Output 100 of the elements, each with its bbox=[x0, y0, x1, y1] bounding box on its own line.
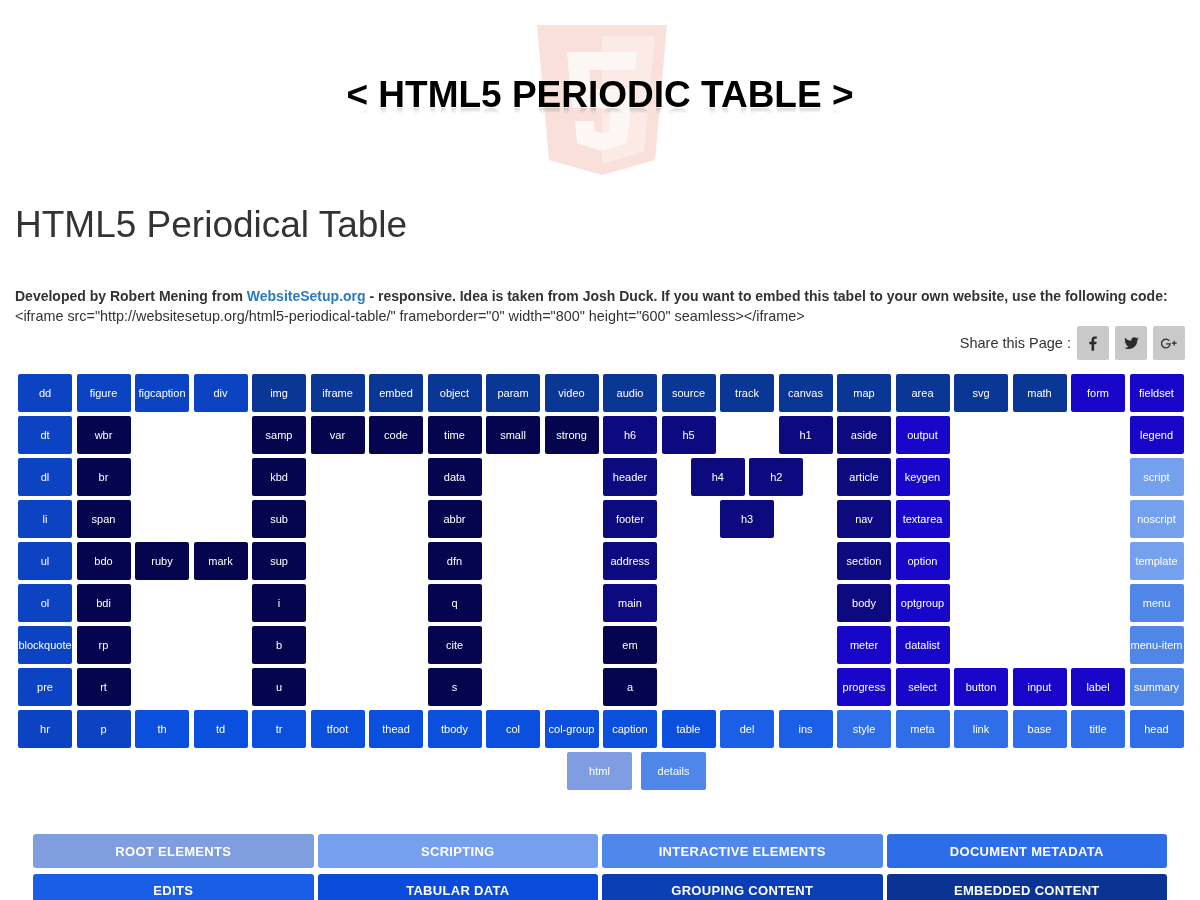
element-tile[interactable]: h6 bbox=[603, 416, 657, 454]
element-tile[interactable]: option bbox=[895, 542, 950, 580]
element-tile[interactable]: h1 bbox=[778, 416, 833, 454]
element-tile[interactable]: bdo bbox=[76, 542, 131, 580]
category-legend-item[interactable]: INTERACTIVE ELEMENTS bbox=[602, 834, 883, 868]
element-tile[interactable]: abbr bbox=[427, 500, 482, 538]
element-tile[interactable]: svg bbox=[954, 374, 1008, 412]
element-tile[interactable]: span bbox=[76, 500, 131, 538]
element-tile[interactable]: table bbox=[661, 710, 716, 748]
element-tile[interactable]: sup bbox=[252, 542, 306, 580]
element-tile[interactable]: hr bbox=[18, 710, 72, 748]
element-tile[interactable]: mark bbox=[193, 542, 248, 580]
element-tile[interactable]: rt bbox=[76, 668, 131, 706]
element-tile[interactable]: del bbox=[720, 710, 774, 748]
element-tile[interactable]: strong bbox=[544, 416, 599, 454]
element-tile[interactable]: ins bbox=[778, 710, 833, 748]
element-tile[interactable]: kbd bbox=[252, 458, 306, 496]
element-tile[interactable]: menu bbox=[1129, 584, 1184, 622]
element-tile[interactable]: rp bbox=[76, 626, 131, 664]
website-link[interactable]: WebsiteSetup.org bbox=[246, 288, 366, 304]
element-tile[interactable]: nav bbox=[837, 500, 891, 538]
element-tile[interactable]: main bbox=[603, 584, 657, 622]
element-tile[interactable]: code bbox=[369, 416, 423, 454]
element-tile[interactable]: menu-item bbox=[1129, 626, 1184, 664]
element-tile[interactable]: small bbox=[486, 416, 540, 454]
element-tile[interactable]: object bbox=[427, 374, 482, 412]
element-tile[interactable]: var bbox=[310, 416, 365, 454]
category-legend-item[interactable]: TABULAR DATA bbox=[317, 874, 598, 900]
element-tile[interactable]: h4 bbox=[690, 458, 745, 496]
element-tile[interactable]: header bbox=[603, 458, 657, 496]
element-tile[interactable]: th bbox=[135, 710, 189, 748]
element-tile[interactable]: title bbox=[1071, 710, 1125, 748]
element-tile[interactable]: meta bbox=[895, 710, 950, 748]
element-tile[interactable]: source bbox=[661, 374, 716, 412]
element-tile[interactable]: style bbox=[837, 710, 891, 748]
element-tile[interactable]: br bbox=[76, 458, 131, 496]
element-tile[interactable]: i bbox=[252, 584, 306, 622]
element-tile[interactable]: summary bbox=[1129, 668, 1184, 706]
element-tile[interactable]: track bbox=[720, 374, 774, 412]
element-tile[interactable]: sub bbox=[252, 500, 306, 538]
element-tile[interactable]: h5 bbox=[661, 416, 716, 454]
element-tile[interactable]: form bbox=[1071, 374, 1125, 412]
element-tile[interactable]: h2 bbox=[749, 458, 804, 496]
element-tile[interactable]: body bbox=[837, 584, 891, 622]
element-tile[interactable]: s bbox=[427, 668, 482, 706]
element-tile[interactable]: td bbox=[193, 710, 248, 748]
element-tile[interactable]: base bbox=[1012, 710, 1067, 748]
element-tile[interactable]: iframe bbox=[310, 374, 365, 412]
element-tile[interactable]: dl bbox=[18, 458, 72, 496]
element-tile[interactable]: datalist bbox=[895, 626, 950, 664]
element-tile[interactable]: bdi bbox=[76, 584, 131, 622]
element-tile[interactable]: video bbox=[544, 374, 599, 412]
element-tile[interactable]: select bbox=[895, 668, 950, 706]
element-tile[interactable]: q bbox=[427, 584, 482, 622]
element-tile[interactable]: pre bbox=[18, 668, 72, 706]
category-legend-item[interactable]: GROUPING CONTENT bbox=[602, 874, 883, 900]
element-tile[interactable]: aside bbox=[837, 416, 891, 454]
element-tile[interactable]: tbody bbox=[427, 710, 482, 748]
element-tile[interactable]: audio bbox=[603, 374, 657, 412]
element-tile[interactable]: footer bbox=[603, 500, 657, 538]
element-tile[interactable]: samp bbox=[252, 416, 306, 454]
element-tile[interactable]: button bbox=[954, 668, 1008, 706]
element-tile[interactable]: fieldset bbox=[1129, 374, 1184, 412]
element-tile[interactable]: label bbox=[1071, 668, 1125, 706]
category-legend-item[interactable]: EDITS bbox=[33, 874, 314, 900]
element-tile[interactable]: tfoot bbox=[310, 710, 365, 748]
element-tile[interactable]: address bbox=[603, 542, 657, 580]
element-tile[interactable]: caption bbox=[603, 710, 657, 748]
element-tile[interactable]: figcaption bbox=[135, 374, 189, 412]
element-tile[interactable]: ruby bbox=[135, 542, 189, 580]
element-tile[interactable]: output bbox=[895, 416, 950, 454]
element-tile[interactable]: ul bbox=[18, 542, 72, 580]
element-tile[interactable]: time bbox=[427, 416, 482, 454]
element-tile[interactable]: article bbox=[837, 458, 891, 496]
element-tile[interactable]: param bbox=[486, 374, 540, 412]
element-tile[interactable]: map bbox=[837, 374, 891, 412]
element-tile[interactable]: meter bbox=[837, 626, 891, 664]
element-tile[interactable]: em bbox=[603, 626, 657, 664]
element-tile[interactable]: legend bbox=[1129, 416, 1184, 454]
element-tile[interactable]: keygen bbox=[895, 458, 950, 496]
twitter-share-button[interactable] bbox=[1115, 326, 1147, 360]
element-tile[interactable]: dd bbox=[18, 374, 72, 412]
element-tile[interactable]: dt bbox=[18, 416, 72, 454]
element-tile[interactable]: input bbox=[1012, 668, 1067, 706]
element-tile[interactable]: col bbox=[486, 710, 540, 748]
element-tile[interactable]: progress bbox=[837, 668, 891, 706]
category-legend-item[interactable]: DOCUMENT METADATA bbox=[886, 834, 1167, 868]
element-tile[interactable]: tr bbox=[252, 710, 306, 748]
element-tile[interactable]: div bbox=[193, 374, 248, 412]
element-tile[interactable]: p bbox=[76, 710, 131, 748]
element-tile[interactable]: head bbox=[1129, 710, 1184, 748]
element-tile[interactable]: details bbox=[641, 752, 706, 790]
element-tile[interactable]: dfn bbox=[427, 542, 482, 580]
element-tile[interactable]: math bbox=[1012, 374, 1067, 412]
element-tile[interactable]: wbr bbox=[76, 416, 131, 454]
element-tile[interactable]: link bbox=[954, 710, 1008, 748]
element-tile[interactable]: h3 bbox=[720, 500, 774, 538]
element-tile[interactable]: a bbox=[603, 668, 657, 706]
element-tile[interactable]: textarea bbox=[895, 500, 950, 538]
element-tile[interactable]: canvas bbox=[778, 374, 833, 412]
